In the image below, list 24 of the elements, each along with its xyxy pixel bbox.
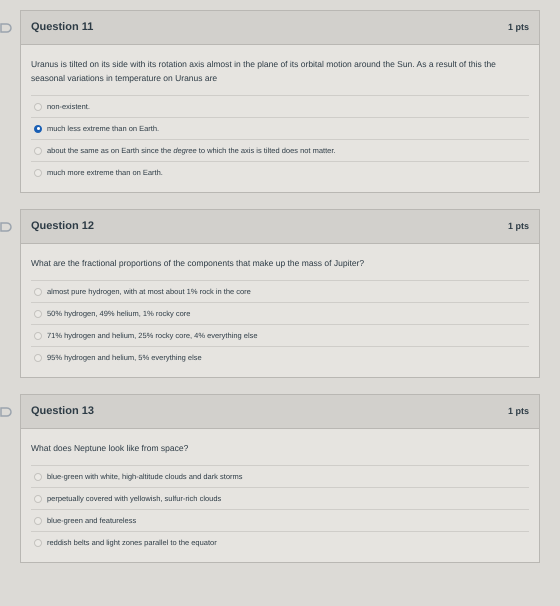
points-label: 1 pts [508,220,529,233]
radio-button[interactable] [34,354,42,362]
radio-button[interactable] [34,332,42,340]
points-label: 1 pts [508,404,529,418]
radio-button[interactable] [34,516,42,524]
points-label: 1 pts [508,20,529,34]
question-text: What does Neptune look like from space? [31,441,529,466]
radio-button[interactable] [34,288,42,296]
radio-button[interactable] [34,494,42,502]
radio-button[interactable] [34,169,42,177]
radio-button[interactable] [34,124,42,132]
radio-button[interactable] [34,102,42,110]
radio-button[interactable] [34,146,42,154]
question-title: Question 12 [31,219,94,234]
question-title: Question 11 [31,20,94,36]
flag-icon[interactable] [0,222,12,232]
flag-icon[interactable] [0,407,12,417]
question-text: What are the fractional proportions of the components that make up the mass of Jupiter? [31,256,529,281]
question-text: Uranus is tilted on its side with its rotation axis almost in the plane of its orbital motion around the Sun. As a result of this the seasonal variations in temperature on Uranus are [31,57,529,96]
radio-button[interactable] [34,539,42,547]
flag-icon[interactable] [0,23,12,33]
question-title: Question 13 [31,404,94,420]
radio-button[interactable] [34,310,42,318]
radio-button[interactable] [34,472,42,480]
